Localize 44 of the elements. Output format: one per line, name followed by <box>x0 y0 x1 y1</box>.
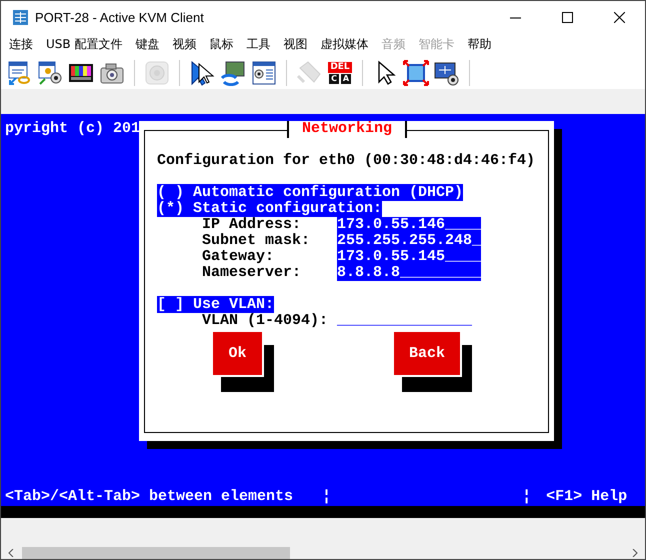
menu-item[interactable]: 视图 <box>283 36 308 53</box>
field-label: VLAN (1-4094): <box>202 313 330 329</box>
close-icon[interactable] <box>614 12 624 22</box>
app-icon <box>13 10 28 24</box>
status-hint: <Tab>/<Alt-Tab> between elements <box>5 489 294 505</box>
checkbox-option[interactable]: [ ] Use VLAN: <box>157 296 274 313</box>
radio-option[interactable]: ( ) Automatic configuration (DHCP) <box>157 184 464 201</box>
cursor-icon[interactable] <box>189 60 215 86</box>
scroll-right-icon[interactable] <box>631 549 639 557</box>
input-field[interactable]: 255.255.255.248_ <box>337 233 481 249</box>
input-field[interactable]: 173.0.55.145____ <box>337 249 481 265</box>
status-hint: <F1> Help <box>546 489 628 505</box>
scroll-left-icon[interactable] <box>7 549 15 557</box>
menu-item[interactable]: USB 配置文件 <box>46 36 122 53</box>
menu-item[interactable]: 工具 <box>246 36 270 53</box>
input-field[interactable]: 8.8.8.8_________ <box>337 265 481 281</box>
console-text: pyright (c) 201 <box>5 120 140 137</box>
status-divider: ¦ <box>322 489 332 505</box>
radio-option[interactable]: (*) Static configuration: <box>157 200 382 217</box>
scrollbar-thumb[interactable] <box>22 547 290 559</box>
status-divider: ¦ <box>522 489 532 505</box>
window-title: PORT-28 - Active KVM Client <box>35 10 205 24</box>
delete-key-icon[interactable]: DEL <box>328 62 352 72</box>
key-icon[interactable]: C <box>329 74 339 84</box>
monitor-arrows-icon[interactable] <box>220 60 246 86</box>
input-field[interactable]: 173.0.55.146____ <box>337 217 481 233</box>
menu-item[interactable]: 帮助 <box>467 36 492 53</box>
document-webcam-icon[interactable] <box>37 60 63 86</box>
dialog-heading: Configuration for eth0 (00:30:48:d4:46:f4) <box>157 152 536 169</box>
menu-item[interactable]: 键盘 <box>135 36 160 53</box>
menu-item[interactable]: 连接 <box>9 36 33 53</box>
monitor-webcam-icon[interactable] <box>434 60 460 86</box>
field-label: Gateway: <box>202 249 276 265</box>
field-label: IP Address: <box>202 217 302 233</box>
key-icon[interactable]: A <box>341 74 351 84</box>
document-link-icon[interactable] <box>6 60 32 86</box>
menu-item[interactable]: 虚拟媒体 <box>320 36 368 53</box>
field-label: Nameserver: <box>202 265 302 281</box>
menu-item[interactable]: 视频 <box>172 36 196 53</box>
maximize-icon[interactable] <box>562 12 572 22</box>
window-webcam-icon[interactable] <box>251 60 277 86</box>
dialog-title: Networking <box>287 121 407 138</box>
field-label: Subnet mask: <box>202 233 312 249</box>
menu-item[interactable]: 鼠标 <box>209 36 234 53</box>
